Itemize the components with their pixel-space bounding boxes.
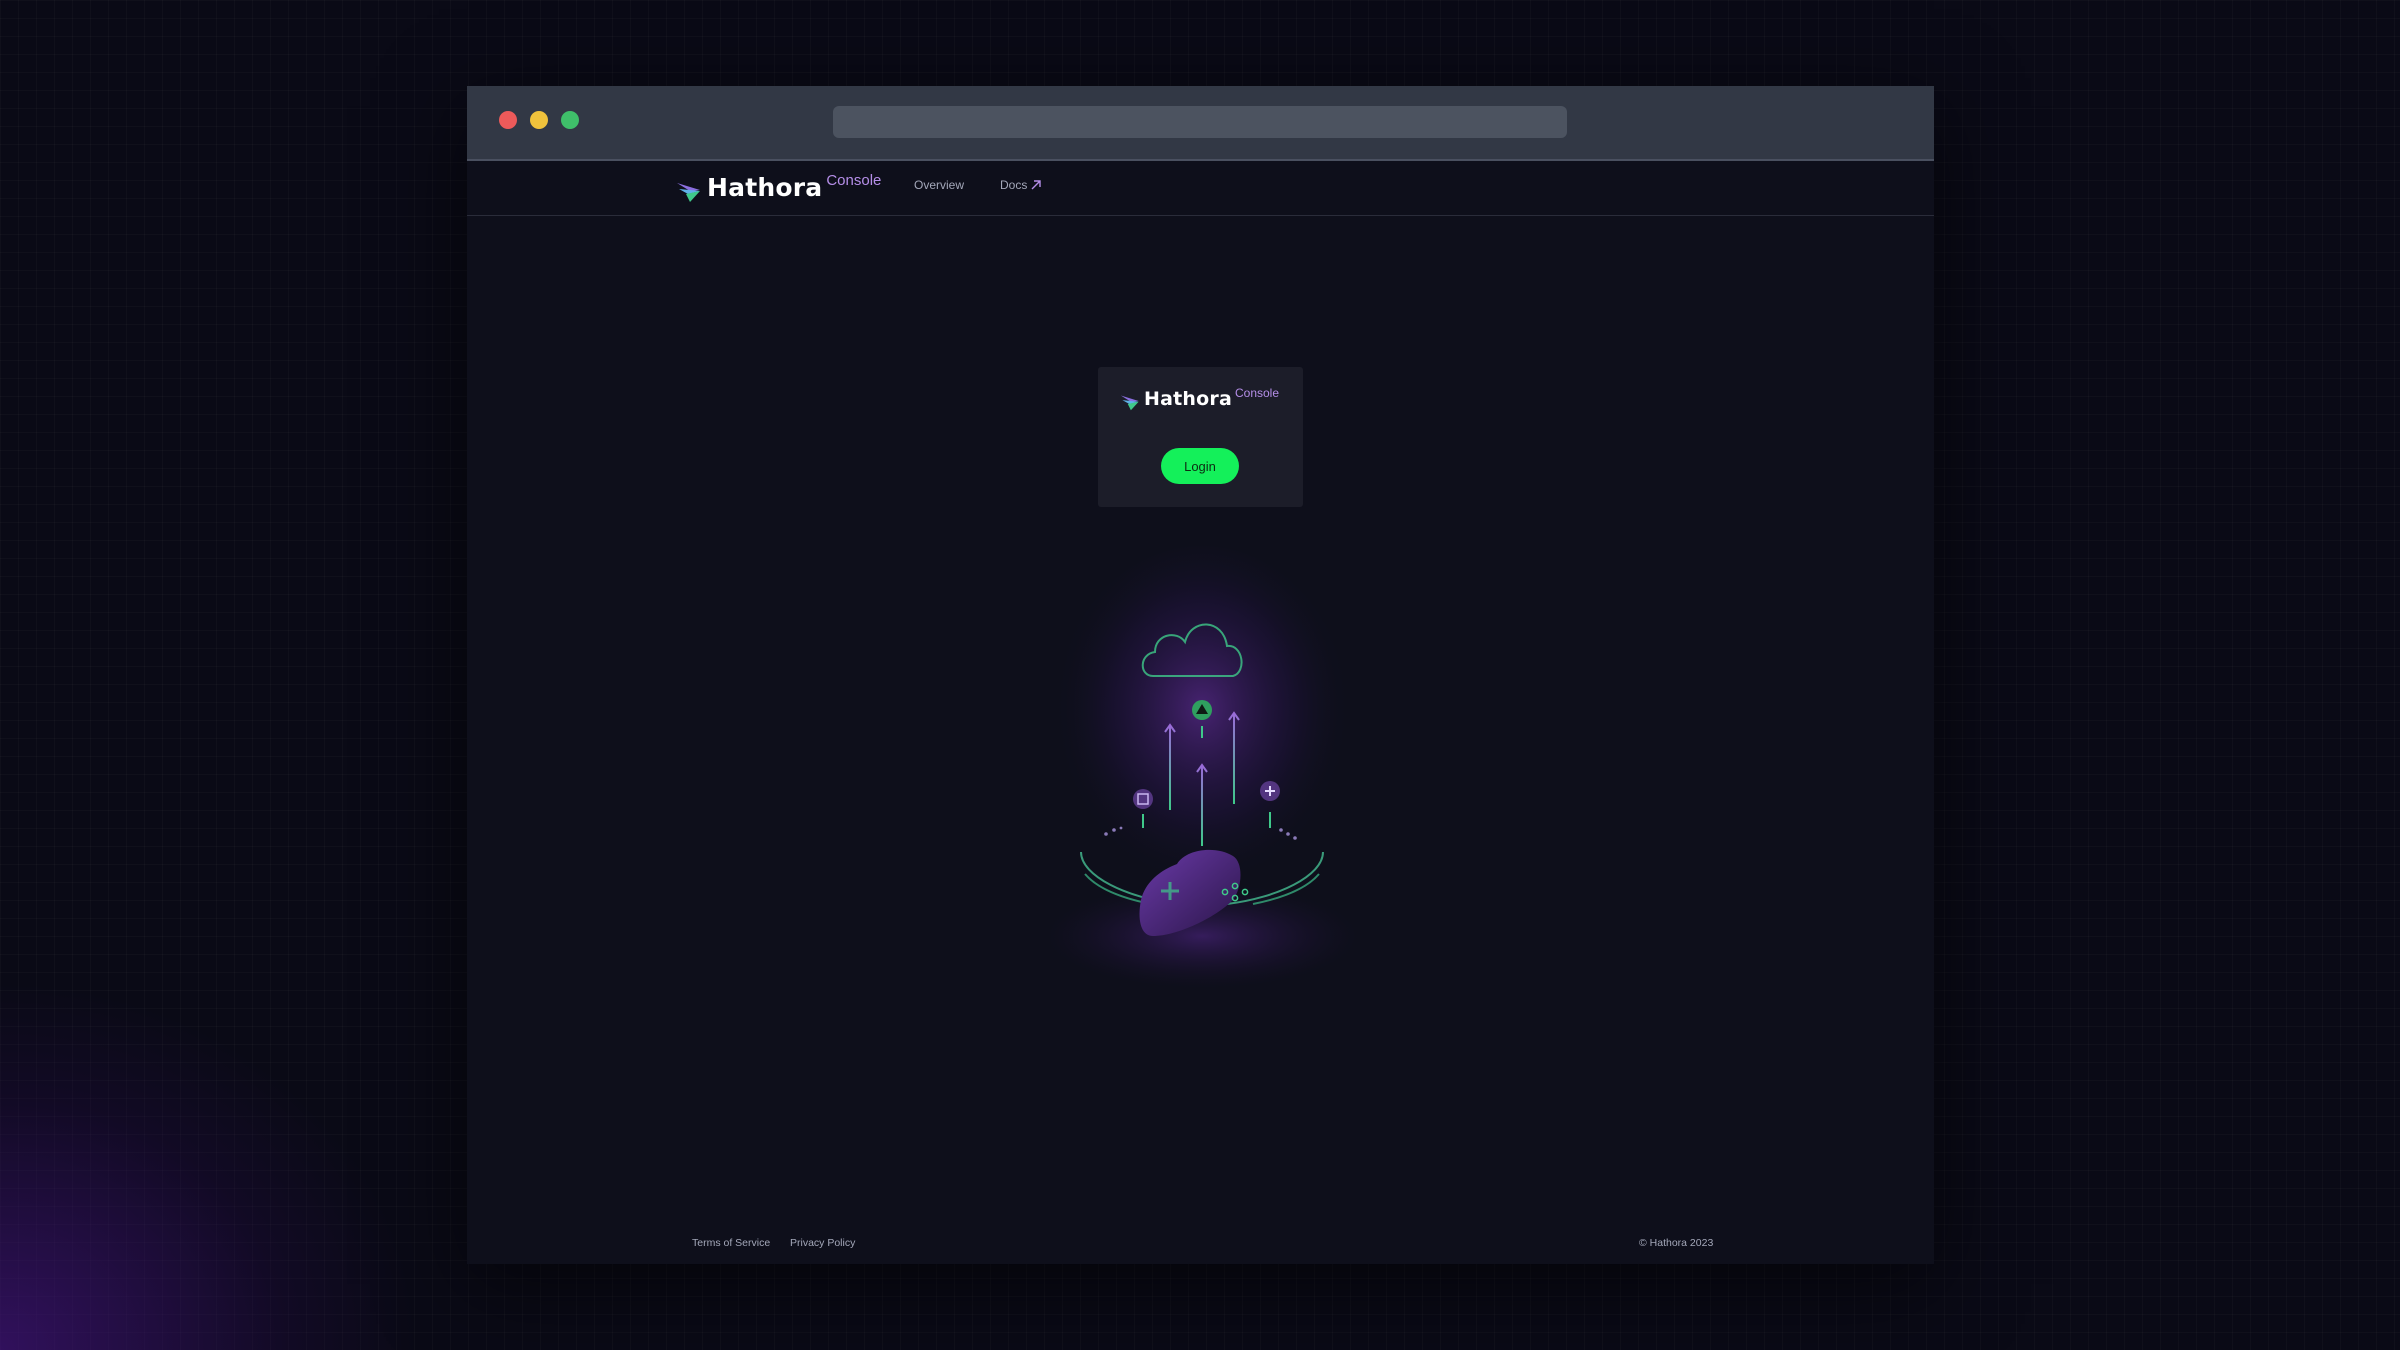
nav-link-docs[interactable]: Docs — [1000, 178, 1042, 192]
footer-copyright: © Hathora 2023 — [1639, 1237, 1714, 1249]
logo-console-label: Console — [1234, 386, 1280, 400]
hathora-logo-icon — [1120, 395, 1139, 411]
close-window-button[interactable] — [499, 111, 517, 129]
nav-link-docs-label: Docs — [1000, 178, 1028, 192]
top-navbar: Hathora Console — [467, 161, 1934, 216]
browser-window: Hathora Console Overview Docs Hathora Co… — [467, 86, 1934, 1264]
address-bar[interactable] — [833, 106, 1567, 138]
logo-wordmark: Hathora — [1144, 388, 1232, 410]
browser-titlebar — [467, 86, 1934, 161]
logo-console-label: Console — [826, 172, 882, 189]
minimize-window-button[interactable] — [530, 111, 548, 129]
footer-link-privacy[interactable]: Privacy Policy — [790, 1237, 855, 1249]
nav-logo[interactable]: Hathora Console — [676, 172, 882, 203]
logo-wordmark: Hathora — [707, 173, 823, 202]
external-arrow-icon — [1031, 180, 1042, 190]
card-logo: Hathora Console — [1120, 386, 1280, 411]
nav-link-overview[interactable]: Overview — [914, 178, 964, 192]
login-button[interactable]: Login — [1161, 448, 1239, 484]
hathora-logo-icon — [677, 183, 700, 202]
cloud-gaming-illustration — [1047, 546, 1357, 988]
maximize-window-button[interactable] — [561, 111, 579, 129]
footer-link-terms[interactable]: Terms of Service — [692, 1237, 770, 1249]
login-card: Hathora Console Login — [1098, 367, 1303, 507]
